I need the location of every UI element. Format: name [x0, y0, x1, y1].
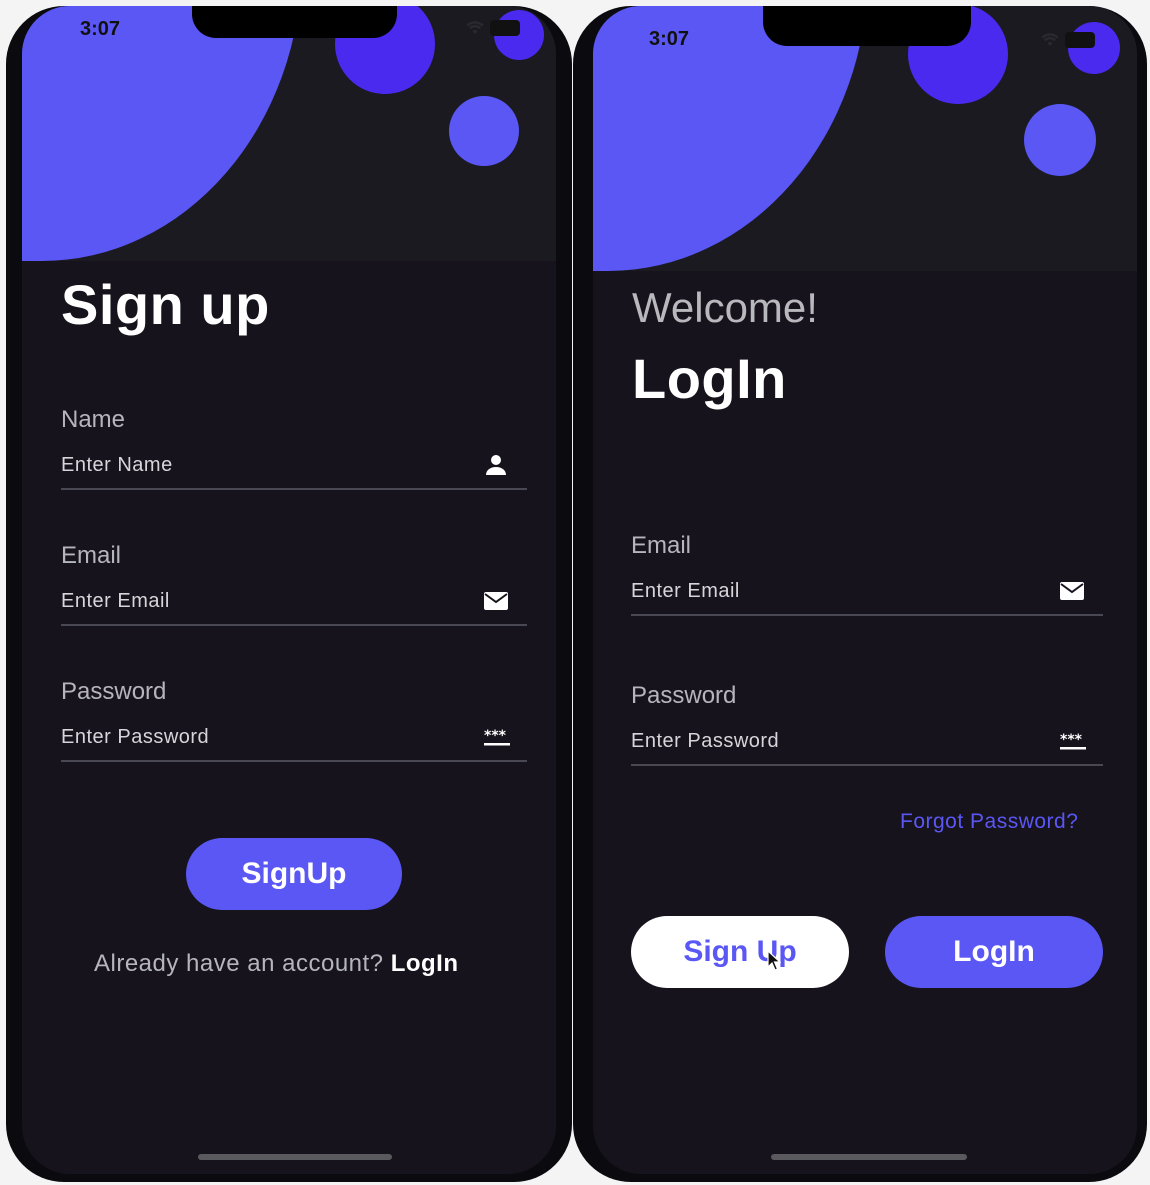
name-field-row — [61, 452, 527, 490]
password-input[interactable] — [631, 728, 1031, 754]
wifi-icon — [1041, 33, 1059, 47]
decorative-blob — [22, 6, 302, 261]
name-field: Name — [61, 406, 527, 490]
person-icon — [483, 452, 509, 478]
mouse-cursor-icon — [767, 949, 782, 972]
home-indicator — [771, 1154, 967, 1160]
email-field: Email — [61, 542, 527, 626]
signup-button[interactable]: Sign Up — [631, 916, 849, 988]
welcome-text: Welcome! — [632, 284, 818, 331]
password-icon: *** — [483, 724, 510, 750]
password-field-row: *** — [631, 728, 1103, 766]
email-field: Email — [631, 532, 1103, 616]
notch — [763, 6, 971, 46]
page-title: Sign up — [61, 273, 270, 336]
home-indicator — [198, 1154, 392, 1160]
email-label: Email — [61, 542, 122, 569]
mail-icon — [483, 588, 509, 614]
login-screen: 3:07 Welcome! LogIn Email Passwo — [593, 6, 1137, 1174]
email-input[interactable] — [631, 578, 1031, 604]
stage: 3:07 Sign up Name Email — [0, 0, 1150, 1185]
email-label: Email — [631, 532, 692, 559]
page-title: LogIn — [632, 347, 787, 410]
mail-icon — [1059, 578, 1085, 604]
decorative-circle-medium — [449, 96, 519, 166]
email-field-row — [61, 588, 527, 626]
name-input[interactable] — [61, 452, 461, 478]
svg-text:***: *** — [484, 728, 507, 744]
signup-screen: 3:07 Sign up Name Email — [22, 6, 556, 1174]
decorative-circle-medium — [1024, 104, 1096, 176]
svg-text:***: *** — [1060, 732, 1083, 748]
password-field: Password *** — [631, 682, 1103, 766]
login-prompt: Already have an account? LogIn — [94, 950, 459, 978]
login-button[interactable]: LogIn — [885, 916, 1103, 988]
status-time: 3:07 — [80, 18, 121, 40]
battery-icon — [490, 20, 520, 36]
login-prompt-text: Already have an account? — [94, 950, 384, 977]
status-time: 3:07 — [649, 28, 690, 50]
email-input[interactable] — [61, 588, 461, 614]
notch — [192, 6, 397, 38]
status-icons — [466, 20, 520, 36]
email-field-row — [631, 578, 1103, 616]
decorative-circle-small — [1068, 22, 1120, 74]
phone-login: 3:07 Welcome! LogIn Email Passwo — [573, 6, 1147, 1182]
password-label: Password — [631, 682, 737, 709]
battery-icon — [1065, 32, 1095, 48]
password-field: Password *** — [61, 678, 527, 762]
password-field-row: *** — [61, 724, 527, 762]
status-icons — [1041, 32, 1095, 48]
password-label: Password — [61, 678, 167, 705]
login-link[interactable]: LogIn — [391, 950, 459, 977]
phone-signup: 3:07 Sign up Name Email — [6, 6, 572, 1182]
wifi-icon — [466, 21, 484, 35]
signup-button[interactable]: SignUp — [186, 838, 402, 910]
name-label: Name — [61, 406, 126, 433]
password-icon: *** — [1059, 728, 1086, 754]
forgot-password-link[interactable]: Forgot Password? — [900, 810, 1078, 834]
header-decoration — [22, 6, 556, 261]
password-input[interactable] — [61, 724, 461, 750]
